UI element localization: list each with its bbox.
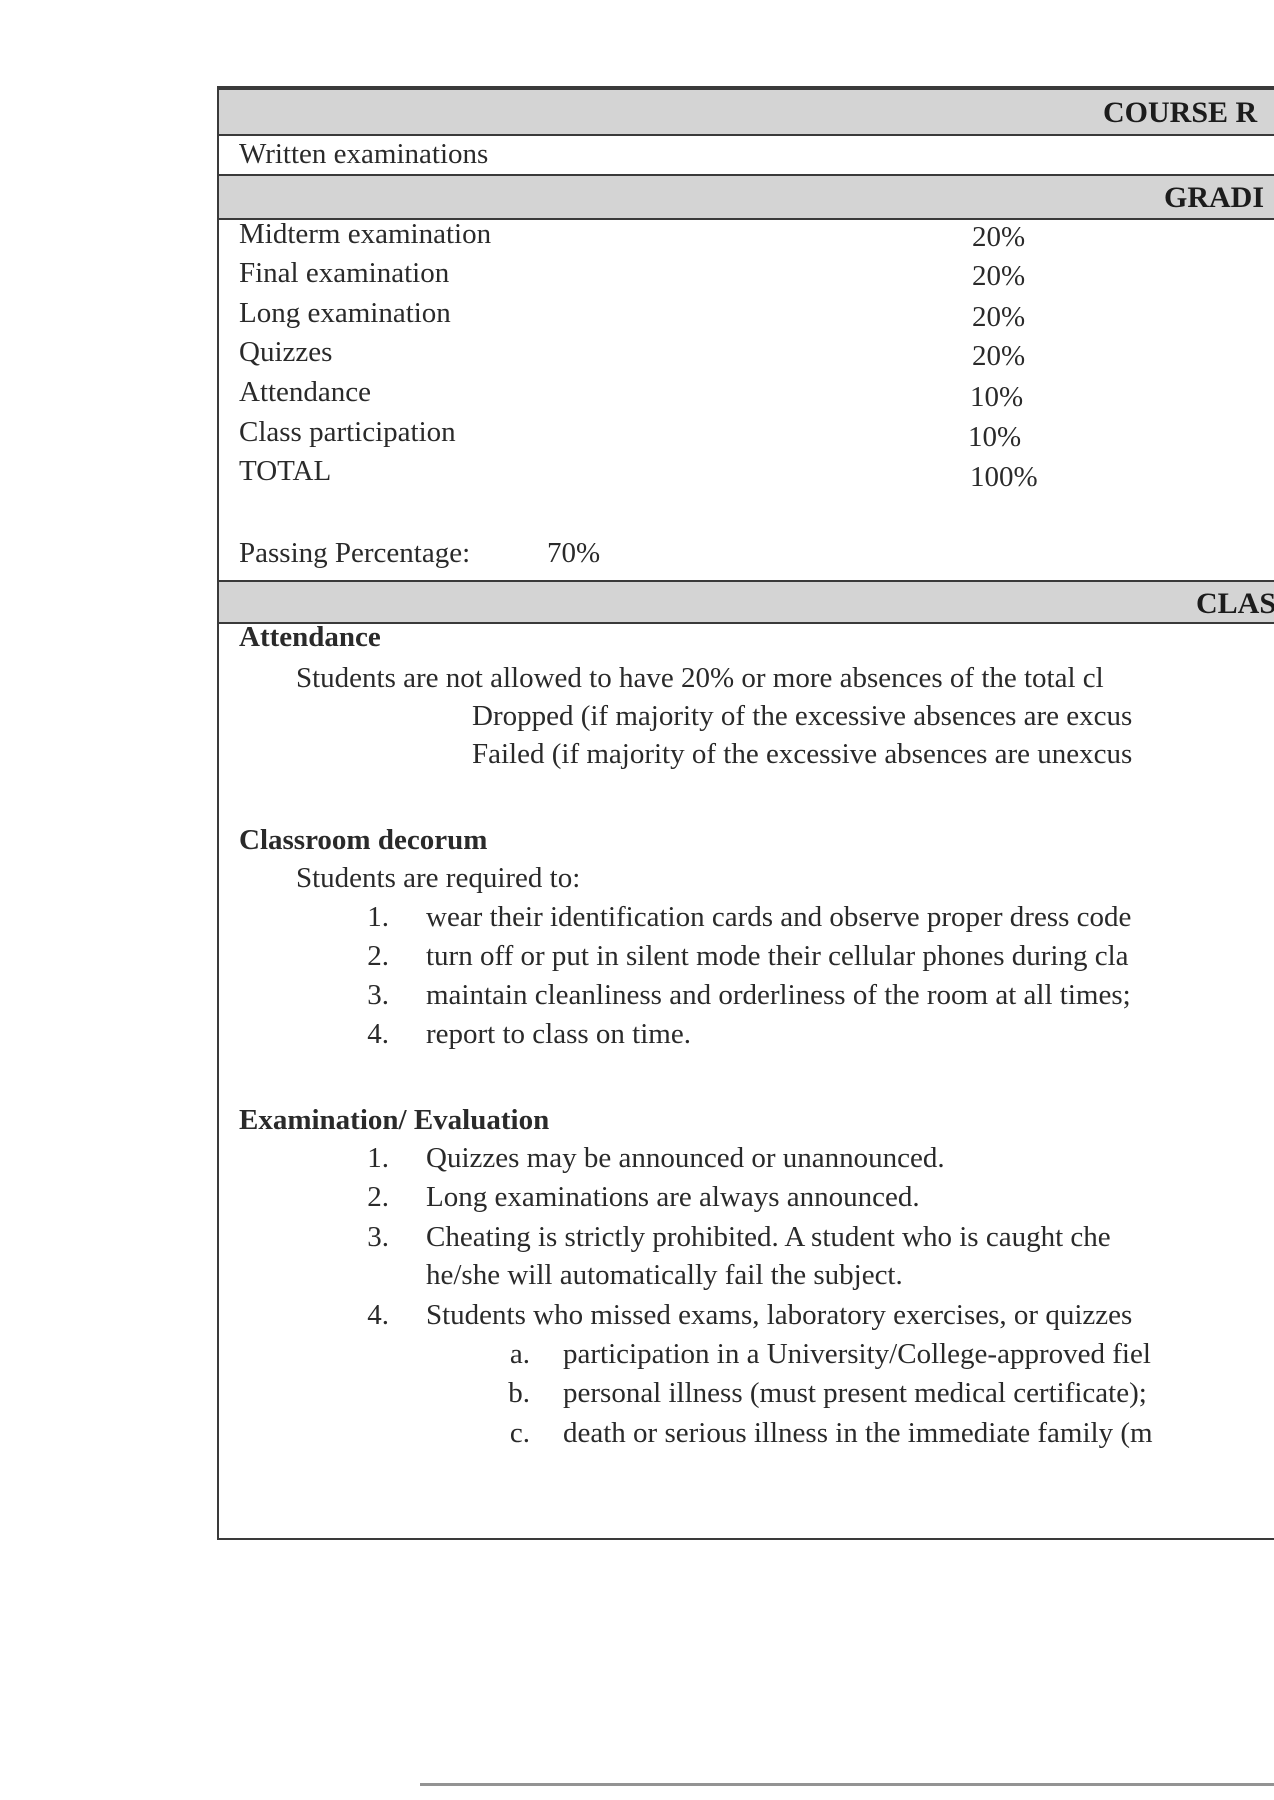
list-item: turn off or put in silent mode their cel… (426, 940, 1129, 972)
decorum-heading: Classroom decorum (239, 824, 488, 856)
grade-row-value: 100% (970, 461, 1038, 493)
list-number: 2. (367, 940, 389, 972)
list-number: 1. (367, 1142, 389, 1174)
list-item: wear their identification cards and obse… (426, 901, 1132, 933)
requirement-item: Written examinations (239, 138, 489, 170)
class-policies-header: CLAS (219, 580, 1274, 624)
grading-header: GRADI (219, 174, 1274, 220)
sub-list-item: personal illness (must present medical c… (563, 1377, 1147, 1409)
scan-artifact-line (420, 1783, 1274, 1786)
document-page: COURSE R Written examinations GRADI Midt… (217, 86, 1274, 1540)
list-item: Cheating is strictly prohibited. A stude… (426, 1221, 1111, 1253)
list-number: 4. (367, 1299, 389, 1331)
grading-title: GRADI (1164, 181, 1265, 214)
list-item-continuation: he/she will automatically fail the subje… (426, 1259, 903, 1291)
list-number: 4. (367, 1018, 389, 1050)
grade-row-value: 10% (968, 421, 1022, 453)
grade-row-label: Midterm examination (239, 218, 492, 250)
attendance-dropped-text: Dropped (if majority of the excessive ab… (472, 700, 1133, 732)
attendance-heading: Attendance (239, 621, 381, 653)
grade-row-value: 20% (972, 340, 1026, 372)
list-item: Long examinations are always announced. (426, 1181, 920, 1213)
grade-row-label: Final examination (239, 257, 450, 289)
course-requirements-header: COURSE R (219, 88, 1274, 136)
list-item: maintain cleanliness and orderliness of … (426, 979, 1131, 1011)
sub-list-letter: b. (508, 1377, 530, 1409)
grade-row-value: 20% (972, 260, 1026, 292)
sub-list-letter: a. (509, 1338, 530, 1370)
course-requirements-title: COURSE R (1103, 96, 1258, 129)
attendance-failed-text: Failed (if majority of the excessive abs… (472, 738, 1133, 770)
grade-row-value: 10% (970, 381, 1024, 413)
grade-row-label: Long examination (239, 297, 451, 329)
list-number: 1. (367, 901, 389, 933)
decorum-intro: Students are required to: (296, 862, 581, 894)
passing-percentage-value: 70% (547, 537, 601, 569)
list-item: Students who missed exams, laboratory ex… (426, 1299, 1133, 1331)
exam-heading: Examination/ Evaluation (239, 1104, 550, 1136)
list-number: 3. (367, 979, 389, 1011)
grade-row-label: TOTAL (239, 455, 332, 487)
passing-percentage-label: Passing Percentage: (239, 537, 471, 569)
list-item: report to class on time. (426, 1018, 691, 1050)
sub-list-item: participation in a University/College-ap… (563, 1338, 1151, 1370)
grade-row-label: Class participation (239, 416, 456, 448)
sub-list-item: death or serious illness in the immediat… (563, 1417, 1153, 1449)
list-number: 2. (367, 1181, 389, 1213)
grade-row-value: 20% (972, 301, 1026, 333)
grade-row-label: Quizzes (239, 336, 333, 368)
list-number: 3. (367, 1221, 389, 1253)
grade-row-value: 20% (972, 221, 1026, 253)
class-policies-title: CLAS (1196, 587, 1274, 620)
list-item: Quizzes may be announced or unannounced. (426, 1142, 945, 1174)
attendance-text: Students are not allowed to have 20% or … (296, 662, 1104, 694)
sub-list-letter: c. (509, 1417, 530, 1449)
grade-row-label: Attendance (239, 376, 372, 408)
